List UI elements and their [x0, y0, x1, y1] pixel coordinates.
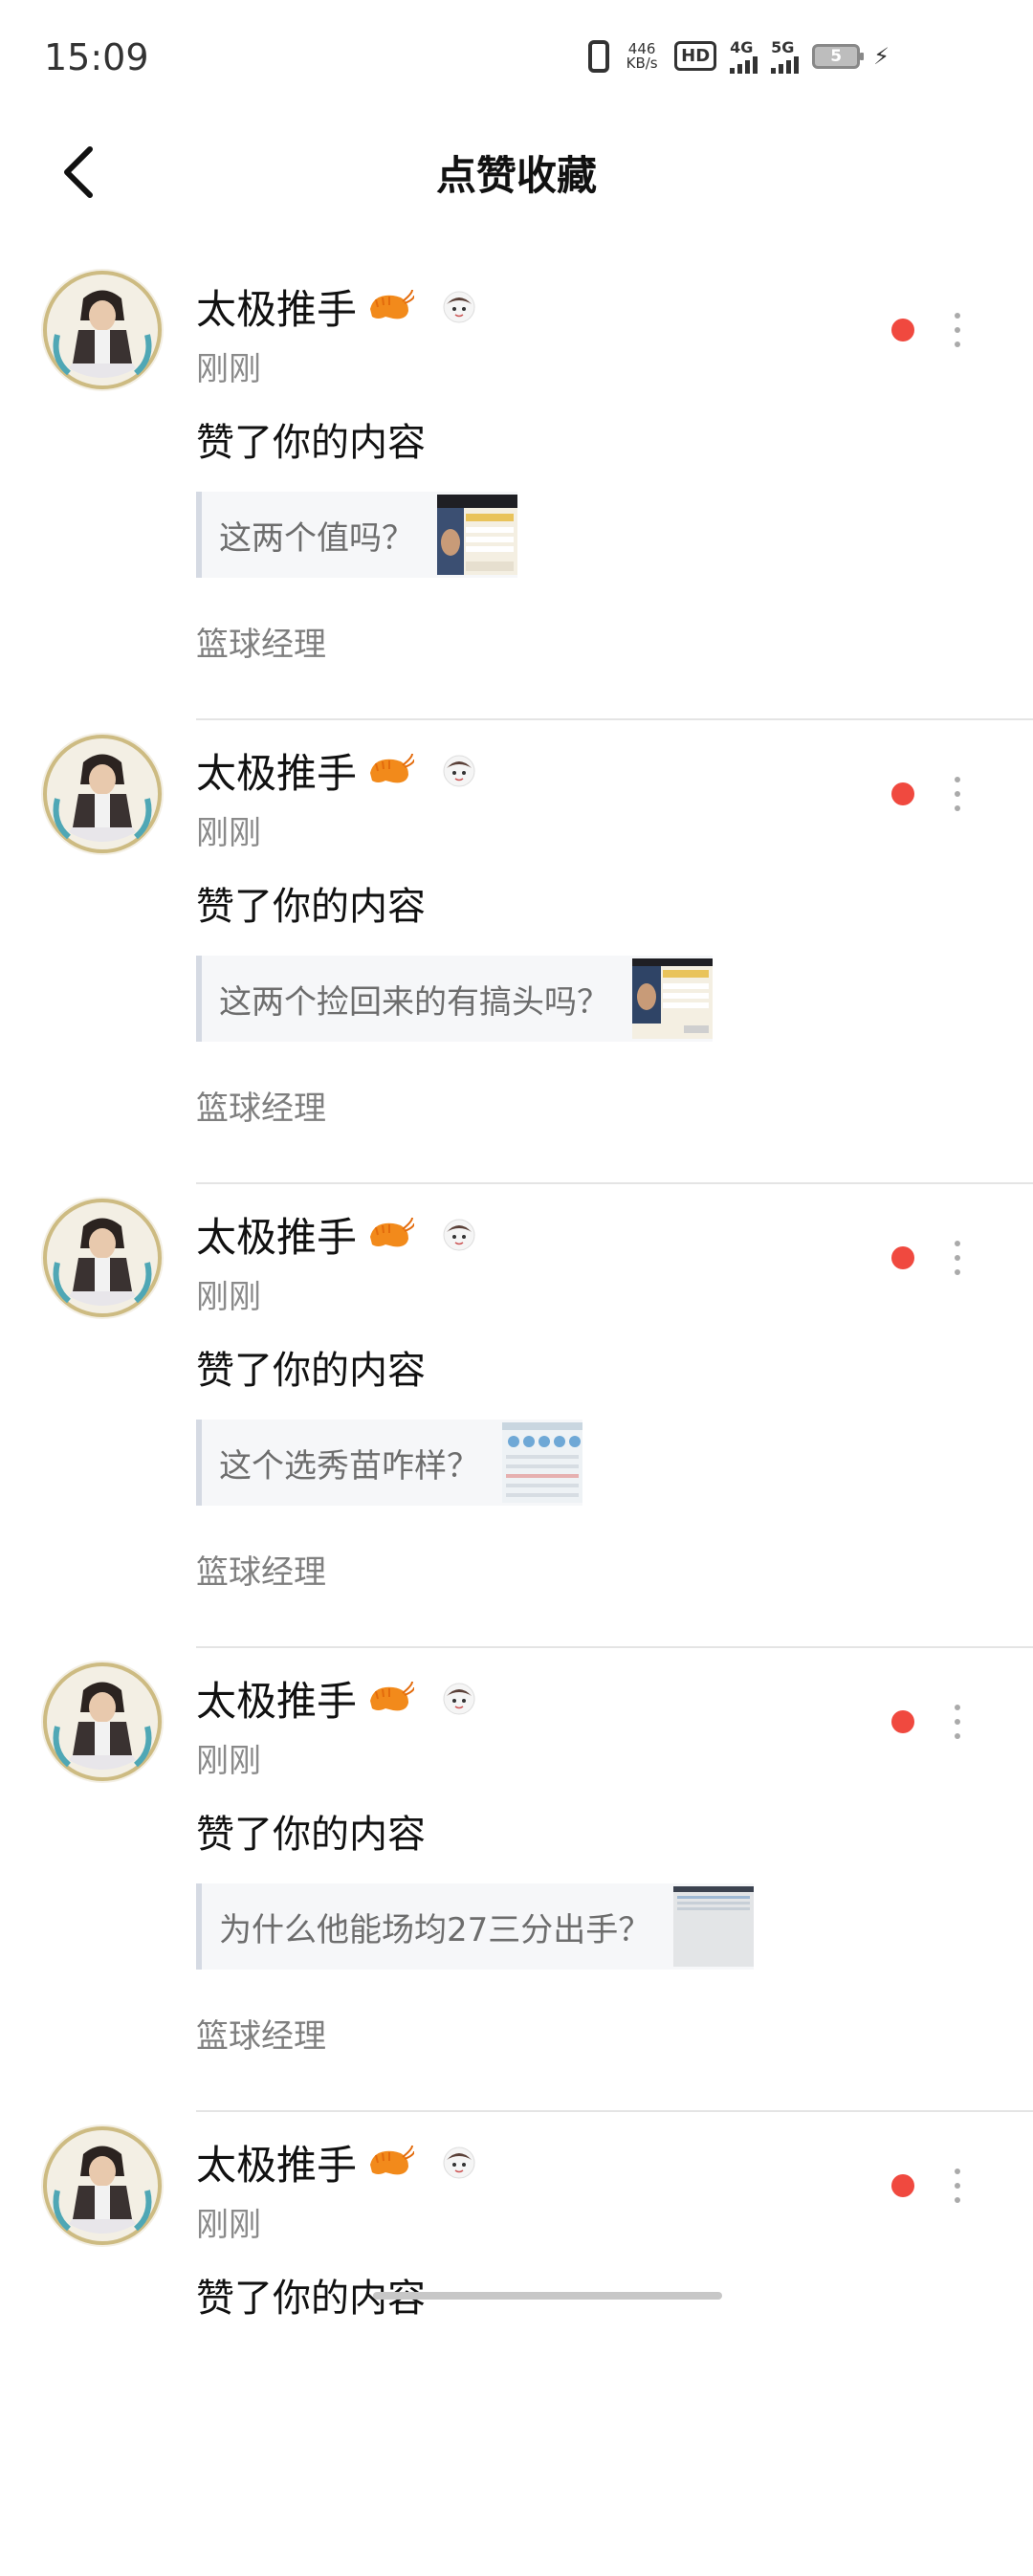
- avatar[interactable]: [40, 268, 165, 392]
- user-name-text: 太极推手: [196, 1678, 358, 1725]
- community-tag[interactable]: 篮球经理: [196, 1546, 326, 1593]
- more-options-icon[interactable]: [943, 1234, 972, 1282]
- emoji-face-icon: [443, 1219, 475, 1250]
- signal-5g-label: 5G: [771, 38, 795, 56]
- quoted-post-text: 这两个值吗？: [219, 518, 414, 558]
- timestamp: 刚刚: [196, 1742, 261, 1780]
- user-name[interactable]: 太极推手: [196, 2133, 475, 2191]
- timestamp: 刚刚: [196, 2206, 261, 2244]
- shrimp-icon: [370, 1681, 415, 1710]
- unread-dot: [891, 2174, 914, 2197]
- user-name-text: 太极推手: [196, 1214, 358, 1261]
- network-speed-unit: KB/s: [626, 54, 658, 72]
- status-icons: 446 KB/s HD 4G 5G 5 ⚡: [588, 38, 890, 74]
- unread-dot: [891, 1710, 914, 1733]
- emoji-face-icon: [443, 755, 475, 786]
- emoji-face-icon: [443, 2147, 475, 2178]
- timestamp: 刚刚: [196, 350, 261, 388]
- quoted-post[interactable]: 这两个捡回来的有搞头吗？: [196, 956, 713, 1042]
- timestamp: 刚刚: [196, 1278, 261, 1316]
- signal-4g-icon: 4G: [730, 38, 758, 74]
- action-text: 赞了你的内容: [196, 1349, 426, 1393]
- unread-dot: [891, 319, 914, 341]
- user-name-text: 太极推手: [196, 286, 358, 333]
- signal-5g-icon: 5G: [771, 38, 800, 74]
- unread-dot: [891, 782, 914, 805]
- signal-4g-label: 4G: [730, 38, 754, 56]
- post-thumbnail[interactable]: [502, 1422, 582, 1503]
- app-header: 点赞收藏: [0, 115, 1033, 230]
- notification-item[interactable]: 太极推手 刚刚 赞了你的内容: [0, 2112, 1033, 2576]
- page-title: 点赞收藏: [435, 152, 597, 199]
- user-name-text: 太极推手: [196, 750, 358, 797]
- shrimp-icon: [370, 1217, 415, 1246]
- vibrate-icon: [588, 39, 610, 73]
- community-tag[interactable]: 篮球经理: [196, 2010, 326, 2057]
- more-options-icon[interactable]: [943, 2162, 972, 2210]
- shrimp-icon: [370, 289, 415, 319]
- user-name[interactable]: 太极推手: [196, 1205, 475, 1264]
- notification-item[interactable]: 太极推手 刚刚 赞了你的内容 这个选秀苗咋样？ 篮球经理: [0, 1184, 1033, 1648]
- charging-icon: ⚡: [873, 42, 890, 70]
- timestamp: 刚刚: [196, 814, 261, 852]
- avatar[interactable]: [40, 2124, 165, 2248]
- quoted-post[interactable]: 这个选秀苗咋样？: [196, 1420, 582, 1506]
- battery-icon: 5: [812, 43, 865, 69]
- shrimp-icon: [370, 2145, 415, 2174]
- notification-item[interactable]: 太极推手 刚刚 赞了你的内容 这两个值吗？ 篮球经理: [0, 256, 1033, 720]
- quoted-post-text: 这两个捡回来的有搞头吗？: [219, 982, 609, 1022]
- more-options-icon[interactable]: [943, 770, 972, 818]
- home-indicator[interactable]: [373, 2292, 722, 2300]
- unread-dot: [891, 1246, 914, 1269]
- user-name[interactable]: 太极推手: [196, 277, 475, 336]
- notification-list[interactable]: 太极推手 刚刚 赞了你的内容 这两个值吗？ 篮球经理 太极推手 刚刚 赞了你的内…: [0, 256, 1033, 2576]
- post-thumbnail[interactable]: [632, 958, 713, 1039]
- avatar[interactable]: [40, 732, 165, 856]
- more-options-icon[interactable]: [943, 1698, 972, 1746]
- quoted-post-text: 这个选秀苗咋样？: [219, 1446, 479, 1486]
- notification-item[interactable]: 太极推手 刚刚 赞了你的内容 这两个捡回来的有搞头吗？ 篮球经理: [0, 720, 1033, 1184]
- user-name[interactable]: 太极推手: [196, 1669, 475, 1728]
- shrimp-icon: [370, 753, 415, 782]
- user-name[interactable]: 太极推手: [196, 741, 475, 800]
- post-thumbnail[interactable]: [673, 1886, 755, 1967]
- notification-item[interactable]: 太极推手 刚刚 赞了你的内容 为什么他能场均27三分出手？ 篮球经理: [0, 1648, 1033, 2112]
- community-tag[interactable]: 篮球经理: [196, 618, 326, 665]
- avatar[interactable]: [40, 1660, 165, 1784]
- post-thumbnail[interactable]: [437, 495, 517, 575]
- action-text: 赞了你的内容: [196, 885, 426, 929]
- hd-icon: HD: [674, 41, 717, 71]
- network-speed: 446 KB/s: [623, 41, 661, 72]
- status-bar: 15:09 446 KB/s HD 4G 5G 5 ⚡: [0, 0, 1033, 115]
- action-text: 赞了你的内容: [196, 1813, 426, 1857]
- user-name-text: 太极推手: [196, 2142, 358, 2189]
- quoted-post[interactable]: 为什么他能场均27三分出手？: [196, 1883, 755, 1970]
- emoji-face-icon: [443, 1683, 475, 1714]
- status-time: 15:09: [44, 36, 149, 78]
- action-text: 赞了你的内容: [196, 421, 426, 465]
- quoted-post-text: 为什么他能场均27三分出手？: [219, 1910, 651, 1949]
- avatar[interactable]: [40, 1196, 165, 1320]
- more-options-icon[interactable]: [943, 306, 972, 354]
- emoji-face-icon: [443, 291, 475, 322]
- quoted-post[interactable]: 这两个值吗？: [196, 492, 517, 578]
- community-tag[interactable]: 篮球经理: [196, 1082, 326, 1129]
